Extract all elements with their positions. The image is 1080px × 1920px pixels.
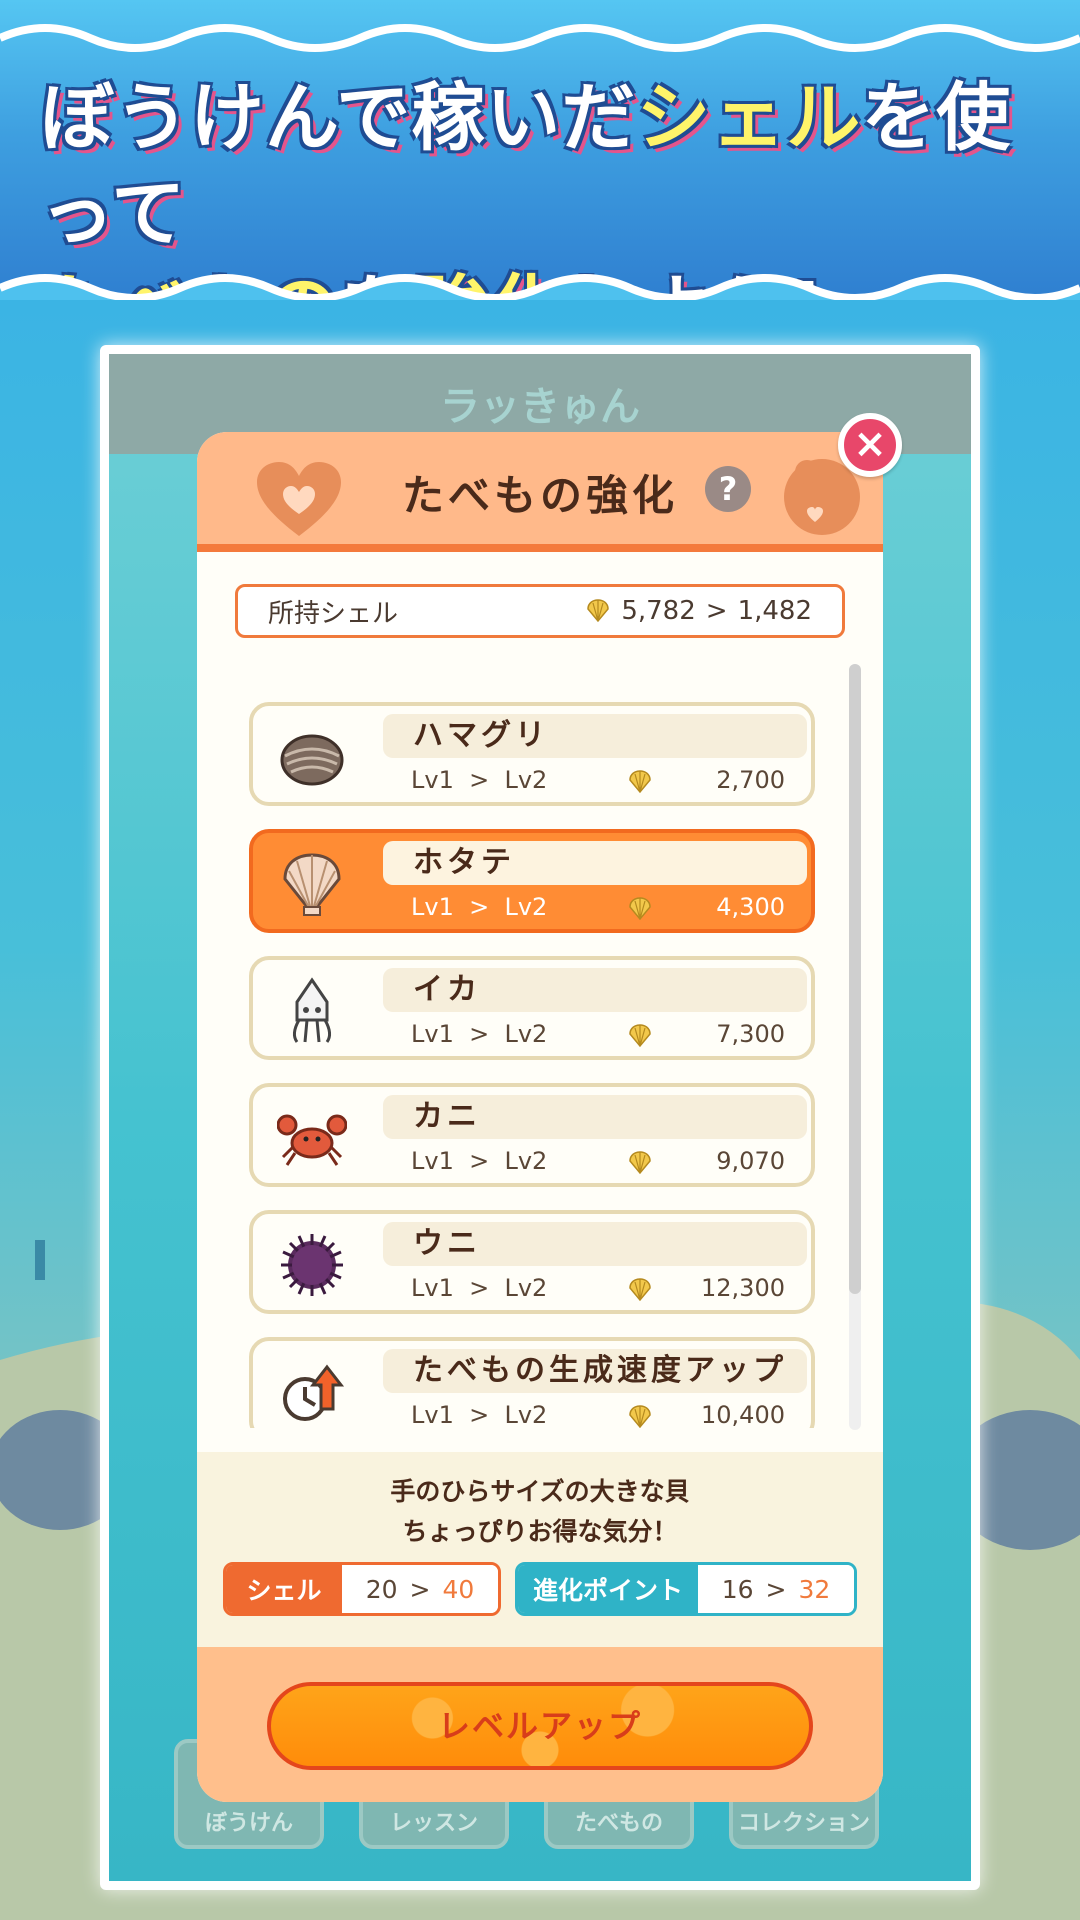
promo-banner: ぼうけんで稼いだシェルを使って たべものを強化しよう! bbox=[0, 0, 1080, 353]
stat-evolution-values: 16 >32 bbox=[698, 1565, 854, 1613]
food-item-ika[interactable]: イカ Lv1 > Lv2 7,300 bbox=[249, 956, 815, 1060]
stat-evolution: 進化ポイント 16 >32 bbox=[515, 1562, 857, 1616]
food-item-level: Lv1 > Lv2 bbox=[411, 1147, 548, 1175]
stat-shell-values: 20 >40 bbox=[342, 1565, 498, 1613]
food-item-name: たべもの生成速度アップ bbox=[383, 1349, 807, 1393]
food-item-uni[interactable]: ウニ Lv1 > Lv2 12,300 bbox=[249, 1210, 815, 1314]
item-description: 手のひらサイズの大きな貝 ちょっぴりお得な気分！ bbox=[197, 1472, 883, 1552]
food-item-name: ホタテ bbox=[383, 841, 807, 885]
wave-decoration bbox=[0, 24, 1080, 52]
owned-shell-values: 5,782 > 1,482 bbox=[585, 596, 812, 626]
shell-icon bbox=[629, 897, 651, 921]
food-item-cost: 12,300 bbox=[701, 1274, 785, 1302]
shell-icon bbox=[629, 1024, 651, 1048]
description-line: ちょっぴりお得な気分！ bbox=[402, 1517, 678, 1546]
shell-icon bbox=[629, 770, 651, 794]
food-item-level: Lv1 > Lv2 bbox=[411, 1401, 548, 1428]
food-item-name: ウニ bbox=[383, 1222, 807, 1266]
shell-icon bbox=[587, 599, 610, 623]
description-line: 手のひらサイズの大きな貝 bbox=[390, 1477, 690, 1506]
stat-evolution-label: 進化ポイント bbox=[518, 1565, 698, 1613]
food-item-cost: 4,300 bbox=[716, 893, 785, 921]
game-title: ラッきゅん bbox=[440, 384, 640, 430]
food-item-cost: 10,400 bbox=[701, 1401, 785, 1428]
level-up-button[interactable]: レベルアップ bbox=[267, 1682, 813, 1770]
food-item-level: Lv1 > Lv2 bbox=[411, 766, 548, 794]
crab-icon bbox=[277, 1114, 347, 1166]
food-item-speed-up[interactable]: たべもの生成速度アップ Lv1 > Lv2 10,400 bbox=[249, 1337, 815, 1428]
food-item-cost: 2,700 bbox=[716, 766, 785, 794]
stat-shell-label: シェル bbox=[226, 1565, 342, 1613]
food-item-level: Lv1 > Lv2 bbox=[411, 893, 548, 921]
stat-shell: シェル 20 >40 bbox=[223, 1562, 501, 1616]
help-icon[interactable]: ? bbox=[705, 466, 751, 512]
food-item-name: ハマグリ bbox=[383, 714, 807, 758]
urchin-icon bbox=[281, 1234, 343, 1296]
food-item-hamaguri[interactable]: ハマグリ Lv1 > Lv2 2,700 bbox=[249, 702, 815, 806]
food-item-cost: 9,070 bbox=[716, 1147, 785, 1175]
clam-icon bbox=[280, 734, 344, 786]
action-area: レベルアップ bbox=[197, 1647, 883, 1802]
item-detail-panel: 手のひらサイズの大きな貝 ちょっぴりお得な気分！ シェル 20 >40 進化ポイン… bbox=[197, 1452, 883, 1647]
food-item-cost: 7,300 bbox=[716, 1020, 785, 1048]
speed-up-icon bbox=[283, 1364, 345, 1421]
headline-highlight: シェル bbox=[636, 75, 862, 161]
shell-icon bbox=[629, 1405, 651, 1428]
arrow-icon: > bbox=[705, 596, 728, 626]
food-item-name: イカ bbox=[383, 968, 807, 1012]
food-item-level: Lv1 > Lv2 bbox=[411, 1274, 548, 1302]
owned-shell-current: 5,782 bbox=[621, 596, 696, 626]
owned-shell-after: 1,482 bbox=[737, 596, 812, 626]
food-item-hotate[interactable]: ホタテ Lv1 > Lv2 4,300 bbox=[249, 829, 815, 933]
squid-icon bbox=[292, 977, 332, 1043]
food-item-name: カニ bbox=[383, 1095, 807, 1139]
owned-shell-label: 所持シェル bbox=[268, 598, 399, 629]
food-item-level: Lv1 > Lv2 bbox=[411, 1020, 548, 1048]
food-item-kani[interactable]: カニ Lv1 > Lv2 9,070 bbox=[249, 1083, 815, 1187]
shell-icon bbox=[629, 1278, 651, 1302]
dialog-header: たべもの強化 ? bbox=[197, 432, 883, 552]
scallop-icon bbox=[283, 853, 341, 916]
close-button[interactable]: × bbox=[838, 413, 902, 477]
owned-shell-display: 所持シェル 5,782 > 1,482 bbox=[235, 584, 845, 638]
food-list: ハマグリ Lv1 > Lv2 2,700 ホタテ Lv1 > Lv2 4,300 bbox=[197, 662, 883, 1428]
food-upgrade-dialog: たべもの強化 ? 所持シェル 5,782 > 1,482 ハマグリ Lv1 > … bbox=[197, 432, 883, 1802]
shell-icon bbox=[629, 1151, 651, 1175]
headline-text: ぼうけんで稼いだ bbox=[40, 75, 637, 161]
